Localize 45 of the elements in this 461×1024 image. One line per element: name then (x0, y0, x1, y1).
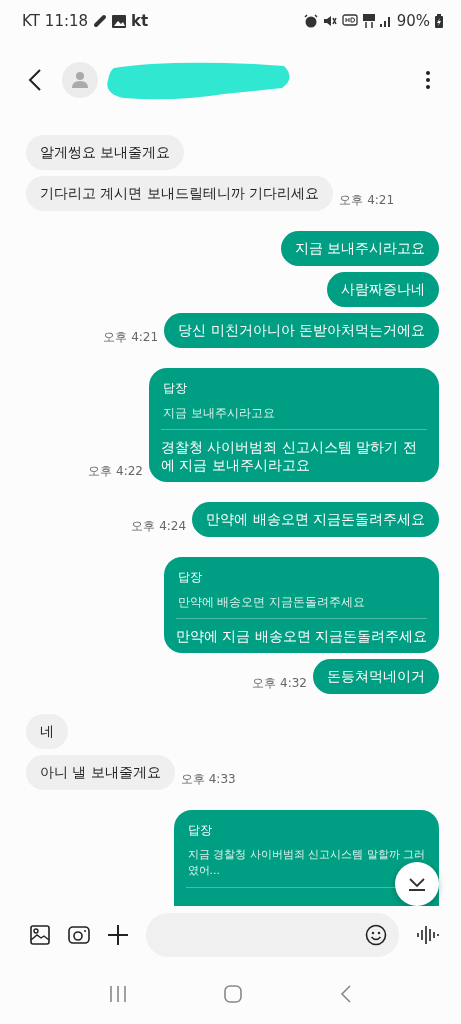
timestamp: 오후 4:32 (252, 675, 307, 692)
timestamp: 오후 4:21 (103, 329, 159, 346)
timestamp: 오후 4:22 (88, 463, 143, 480)
recent-apps-button[interactable] (108, 985, 127, 1003)
camera-icon[interactable] (68, 926, 90, 944)
gallery-icon[interactable] (30, 925, 50, 945)
more-options-icon[interactable] (425, 69, 431, 90)
quoted-message: 지금 경찰청 사이버범죄 신고시스템 말할까 그러 였어... (186, 847, 426, 879)
reply-label: 답장 (176, 569, 203, 586)
alarm-icon (303, 14, 318, 28)
message-text: 만약에 지금 배송오면 지금돈돌려주세요 (175, 627, 427, 645)
reply-label: 답장 (186, 822, 213, 839)
timestamp: 오후 4:33 (180, 771, 236, 788)
message-bubble: 당신 미친거아니아 돈받아처먹는거에요 (164, 313, 439, 348)
reply-label: 답장 (162, 380, 188, 397)
message-bubble: 네 (26, 714, 68, 749)
home-button[interactable] (224, 985, 243, 1003)
back-button[interactable] (28, 68, 42, 91)
battery-percent: 90% (396, 12, 430, 30)
message-bubble: 사람짜증나네 (327, 272, 439, 307)
timestamp: 오후 4:21 (339, 192, 395, 209)
timestamp: 오후 4:24 (131, 518, 187, 535)
hd-icon (341, 14, 358, 28)
message-bubble: 기다리고 계시면 보내드릴테니까 기다리세요 (26, 176, 334, 211)
message-bubble: 알게썽요 보내줄게요 (26, 135, 185, 170)
message-text: 경찰청 사이버범죄 신고시스템 말하기 전에 지금 보내주시라고요 (161, 438, 418, 474)
back-nav-button[interactable] (340, 985, 353, 1003)
message-bubble: 아니 낼 보내줄게요 (26, 755, 175, 790)
voice-icon[interactable] (417, 925, 439, 945)
quoted-message: 만약에 배송오면 지금돈돌려주세요 (176, 594, 367, 610)
image-icon (112, 14, 127, 28)
battery-icon (435, 14, 443, 28)
mute-icon (322, 14, 337, 28)
emoji-icon[interactable] (365, 924, 387, 946)
carrier-label: KT (22, 12, 40, 30)
quoted-message: 지금 보내주시라고요 (162, 405, 276, 421)
message-bubble: 만약에 배송오면 지금돈돌려주세요 (192, 502, 439, 537)
scroll-down-icon (408, 877, 426, 891)
clock: 11:18 (44, 12, 89, 30)
message-bubble: 돈등쳐먹네이거 (313, 659, 439, 694)
add-icon[interactable] (108, 925, 128, 945)
message-input[interactable] (146, 913, 399, 957)
carrier-name: kt (131, 12, 149, 30)
message-bubble: 지금 보내주시라고요 (280, 231, 439, 266)
signal-icon (379, 15, 392, 27)
